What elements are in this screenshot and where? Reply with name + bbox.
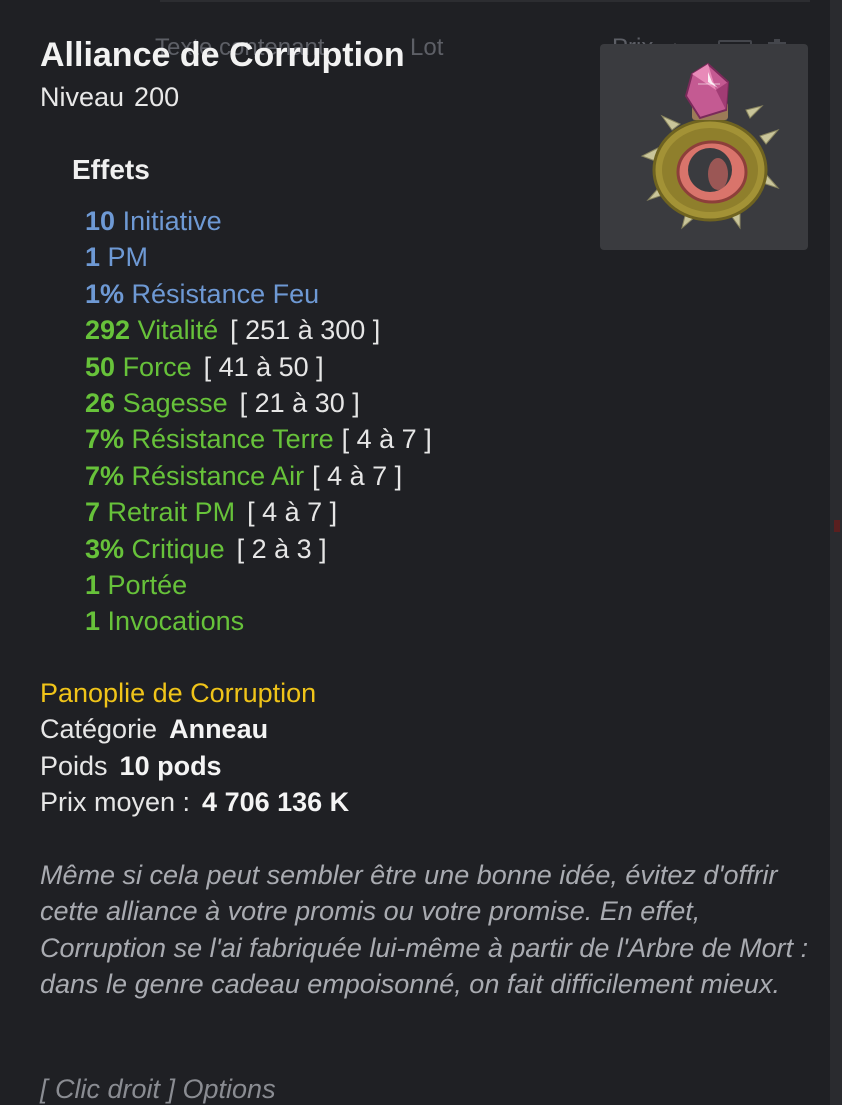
background-header-line bbox=[160, 0, 810, 2]
effect-range: [ 21 à 30 ] bbox=[239, 387, 360, 418]
effect-range: [ 4 à 7 ] bbox=[312, 460, 403, 491]
effect-value: 7% bbox=[85, 460, 125, 491]
effect-value: 1 bbox=[85, 606, 101, 637]
effect-range: [ 41 à 50 ] bbox=[203, 351, 324, 382]
effect-stat: Initiative bbox=[122, 206, 222, 236]
effect-resistance-feu: 1% Résistance Feu bbox=[85, 276, 432, 312]
scrollbar[interactable] bbox=[830, 0, 842, 1105]
weight-row: Poids 10 pods bbox=[40, 748, 349, 784]
weight-label: Poids bbox=[40, 750, 108, 781]
effect-stat: Critique bbox=[131, 533, 225, 564]
effect-range: [ 2 à 3 ] bbox=[236, 533, 327, 564]
effect-range: [ 4 à 7 ] bbox=[341, 424, 432, 455]
effects-list: 10 Initiative 1 PM 1% Résistance Feu 292… bbox=[85, 203, 432, 640]
category-row: Catégorie Anneau bbox=[40, 711, 349, 747]
effect-resistance-terre: 7% Résistance Terre[ 4 à 7 ] bbox=[85, 421, 432, 457]
effect-sagesse: 26 Sagesse [ 21 à 30 ] bbox=[85, 385, 432, 421]
set-name: Panoplie de Corruption bbox=[40, 678, 317, 708]
effect-critique: 3% Critique [ 2 à 3 ] bbox=[85, 531, 432, 567]
category-label: Catégorie bbox=[40, 714, 158, 745]
effect-stat: Sagesse bbox=[122, 387, 228, 418]
effect-initiative: 10 Initiative bbox=[85, 203, 432, 239]
average-price-row: Prix moyen : 4 706 136 K bbox=[40, 784, 349, 820]
effect-stat: Résistance Air bbox=[131, 460, 305, 491]
effect-value: 50 bbox=[85, 351, 116, 382]
effect-invocations: 1 Invocations bbox=[85, 603, 432, 639]
item-level-label: Niveau bbox=[40, 82, 125, 112]
weight-value: 10 pods bbox=[119, 750, 222, 781]
effect-value: 1 bbox=[85, 569, 101, 600]
effect-resistance-air: 7% Résistance Air[ 4 à 7 ] bbox=[85, 458, 432, 494]
options-hint: [ Clic droit ] Options bbox=[40, 1074, 276, 1104]
item-level-value: 200 bbox=[134, 82, 180, 112]
average-price-value: 4 706 136 K bbox=[202, 787, 350, 818]
category-value: Anneau bbox=[169, 714, 269, 745]
item-info: Panoplie de Corruption Catégorie Anneau P… bbox=[40, 675, 349, 821]
effect-force: 50 Force [ 41 à 50 ] bbox=[85, 349, 432, 385]
item-description: Même si cela peut sembler être une bonne… bbox=[40, 860, 809, 1000]
effect-stat: Invocations bbox=[107, 606, 245, 637]
item-name: Alliance de Corruption bbox=[40, 36, 405, 74]
effect-stat: Force bbox=[122, 351, 192, 382]
effect-vitalite: 292 Vitalité [ 251 à 300 ] bbox=[85, 312, 432, 348]
effect-stat: Retrait PM bbox=[107, 497, 236, 528]
effect-stat: Résistance Feu bbox=[131, 278, 320, 309]
effect-retrait-pm: 7 Retrait PM [ 4 à 7 ] bbox=[85, 494, 432, 530]
effect-value: 26 bbox=[85, 387, 116, 418]
item-level: Niveau 200 bbox=[40, 82, 179, 113]
item-image bbox=[600, 44, 808, 250]
effect-value: 292 bbox=[85, 315, 131, 346]
effect-value: 1% bbox=[85, 278, 125, 309]
effect-stat: Portée bbox=[107, 569, 188, 600]
effect-value: 7% bbox=[85, 424, 125, 455]
effect-value: 10 bbox=[85, 206, 116, 236]
effect-stat: Résistance Terre bbox=[131, 424, 334, 455]
column-header-lot[interactable]: Lot bbox=[410, 34, 443, 62]
effect-pm: 1 PM bbox=[85, 239, 432, 275]
scrollbar-marker bbox=[834, 520, 840, 532]
effect-value: 7 bbox=[85, 497, 101, 528]
ring-icon bbox=[640, 62, 780, 230]
effects-heading: Effets bbox=[72, 154, 150, 185]
effect-range: [ 4 à 7 ] bbox=[247, 497, 338, 528]
effect-value: 1 bbox=[85, 242, 101, 273]
effect-range: [ 251 à 300 ] bbox=[230, 315, 381, 346]
effect-stat: PM bbox=[107, 242, 149, 273]
effect-value: 3% bbox=[85, 533, 125, 564]
average-price-label: Prix moyen : bbox=[40, 787, 191, 818]
effect-stat: Vitalité bbox=[137, 315, 219, 346]
effect-portee: 1 Portée bbox=[85, 567, 432, 603]
